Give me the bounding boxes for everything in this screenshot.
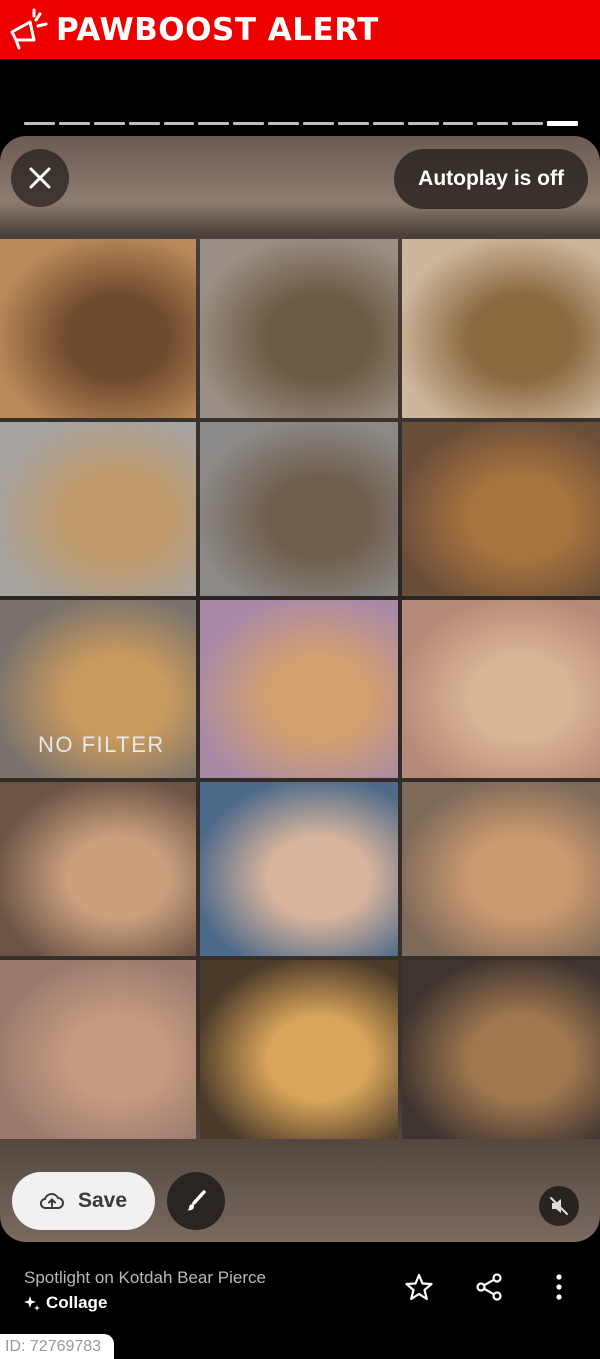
collage-photo xyxy=(200,239,398,418)
progress-segment xyxy=(372,122,404,125)
progress-segment xyxy=(442,122,474,125)
autoplay-toggle[interactable]: Autoplay is off xyxy=(394,149,588,209)
dog-photo-image xyxy=(200,239,398,418)
dog-photo-image xyxy=(402,422,600,596)
banner-title: PAWBOOST ALERT xyxy=(56,11,379,48)
progress-segment xyxy=(233,122,265,125)
collage-photo: NO FILTER xyxy=(0,600,196,778)
dog-photo-image xyxy=(200,422,398,596)
progress-segment xyxy=(128,122,160,125)
dog-photo-image xyxy=(200,960,398,1139)
close-icon xyxy=(29,167,51,189)
photo-caption: NO FILTER xyxy=(38,732,165,757)
close-button[interactable] xyxy=(11,149,69,207)
collage-photo xyxy=(200,782,398,956)
photo-collage: NO FILTER xyxy=(0,239,600,1139)
collage-photo xyxy=(402,782,600,956)
progress-segment xyxy=(512,122,544,125)
collage-photo xyxy=(0,782,196,956)
dog-photo-image xyxy=(402,239,600,418)
sparkle-icon xyxy=(24,1296,40,1311)
collage-photo xyxy=(200,422,398,596)
dog-photo-image xyxy=(0,422,196,596)
progress-segment xyxy=(198,122,230,125)
story-subtitle-label: Collage xyxy=(46,1293,108,1312)
megaphone-icon xyxy=(10,8,48,49)
save-label: Save xyxy=(77,1189,128,1212)
star-icon xyxy=(405,1273,433,1301)
progress-segment xyxy=(93,122,125,125)
share-button[interactable] xyxy=(471,1269,507,1305)
edit-button[interactable] xyxy=(167,1172,225,1230)
story-title: Spotlight on Kotdah Bear Pierce xyxy=(24,1268,266,1287)
collage-photo xyxy=(402,422,600,596)
dog-photo-image xyxy=(200,782,398,956)
favorite-button[interactable] xyxy=(401,1269,437,1305)
share-icon xyxy=(476,1273,502,1301)
dog-photo-image xyxy=(402,782,600,956)
collage-photo xyxy=(402,239,600,418)
dog-photo-image xyxy=(0,960,196,1139)
dog-photo-image xyxy=(200,600,398,778)
collage-photo xyxy=(0,239,196,418)
dog-photo-image xyxy=(402,960,600,1139)
dog-photo-image xyxy=(402,600,600,778)
progress-segment xyxy=(24,122,55,125)
story-viewer: Autoplay is off NO FILTER Save xyxy=(0,136,600,1242)
story-subtitle: Collage xyxy=(24,1293,107,1313)
dog-photo-image xyxy=(0,239,196,418)
progress-segment xyxy=(407,122,439,125)
collage-photo xyxy=(200,600,398,778)
collage-photo xyxy=(0,960,196,1139)
id-label: ID: 72769783 xyxy=(0,1334,114,1359)
cloud-upload-icon xyxy=(39,1193,64,1209)
paintbrush-icon xyxy=(187,1190,206,1211)
progress-segment xyxy=(547,121,578,126)
progress-segment xyxy=(337,122,369,125)
progress-segment xyxy=(477,122,509,125)
save-button[interactable]: Save xyxy=(12,1172,155,1230)
pawboost-banner: PAWBOOST ALERT xyxy=(0,0,600,59)
volume-muted-icon xyxy=(550,1197,568,1215)
more-vert-icon xyxy=(556,1274,562,1300)
progress-segment xyxy=(268,122,299,125)
more-options-button[interactable] xyxy=(541,1269,577,1305)
progress-segment xyxy=(163,122,195,125)
autoplay-label: Autoplay is off xyxy=(418,167,564,190)
story-progress xyxy=(24,121,578,127)
progress-segment xyxy=(303,122,334,125)
collage-photo xyxy=(402,600,600,778)
collage-photo xyxy=(200,960,398,1139)
collage-photo xyxy=(402,960,600,1139)
mute-button[interactable] xyxy=(539,1186,579,1226)
progress-segment xyxy=(58,122,90,125)
collage-photo xyxy=(0,422,196,596)
dog-photo-image xyxy=(0,782,196,956)
